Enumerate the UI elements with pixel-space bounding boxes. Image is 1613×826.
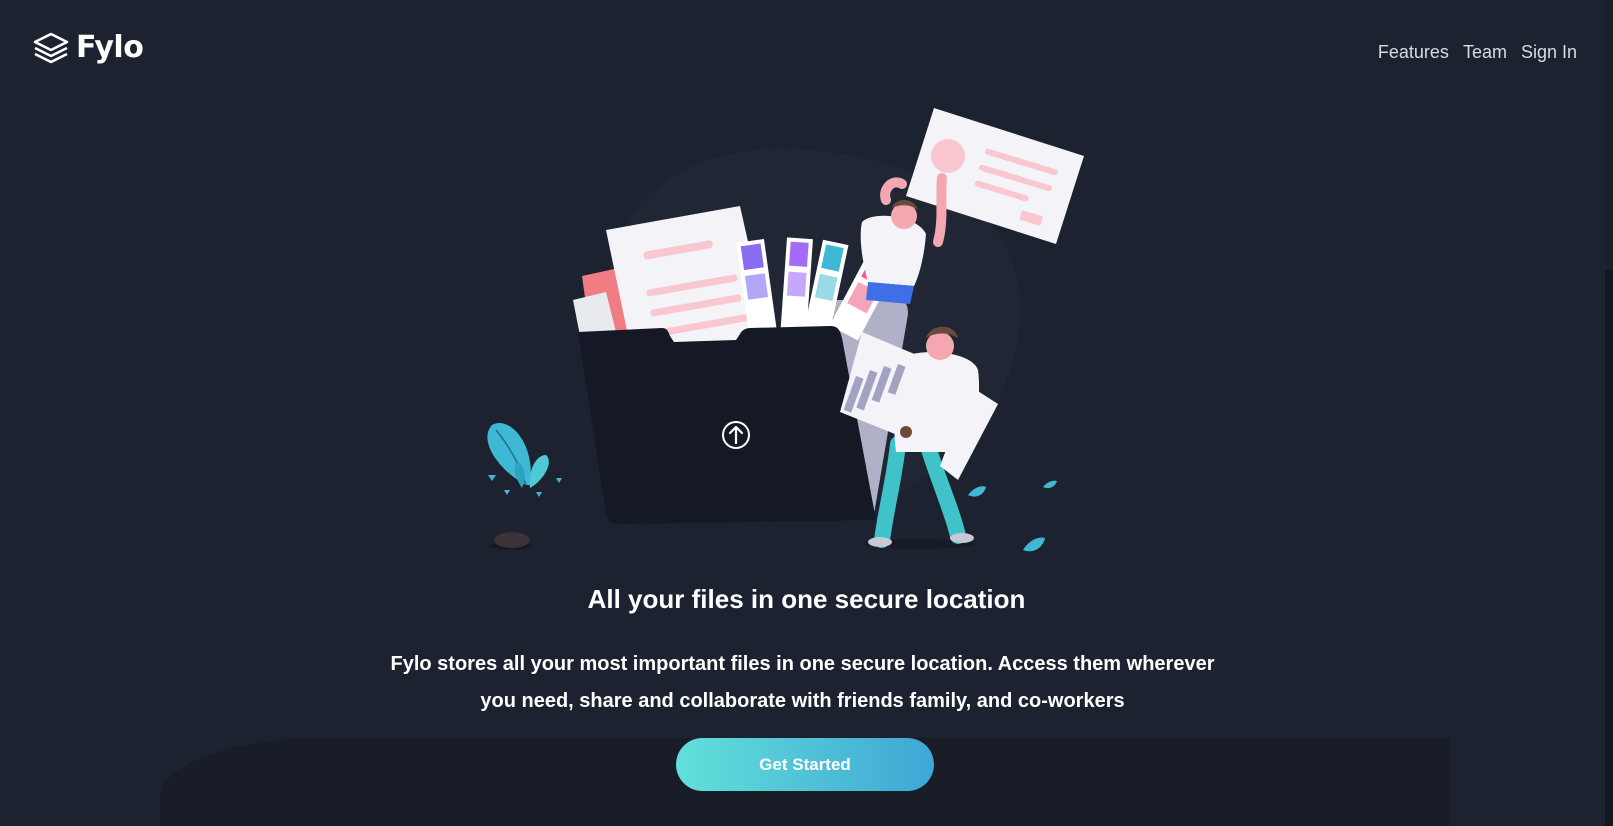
hero-illustration xyxy=(478,100,1118,580)
hero-description: Fylo stores all your most important file… xyxy=(370,646,1235,720)
nav-team-link[interactable]: Team xyxy=(1463,42,1507,63)
page: Fylo Features Team Sign In All your file… xyxy=(0,0,1613,826)
nav-sign-in-link[interactable]: Sign In xyxy=(1521,42,1577,63)
nav-features-link[interactable]: Features xyxy=(1378,42,1449,63)
get-started-button[interactable]: Get Started xyxy=(676,738,934,791)
hero-title: All your files in one secure location xyxy=(587,584,1026,614)
main-nav: Features Team Sign In xyxy=(1378,42,1577,63)
logo[interactable]: Fylo xyxy=(32,30,144,65)
site-header: Fylo Features Team Sign In xyxy=(0,0,1613,100)
stacked-layers-icon xyxy=(32,31,70,65)
hero-description-line-2: you need, share and collaborate with fri… xyxy=(480,690,1125,712)
hero-description-line-1: Fylo stores all your most important file… xyxy=(390,653,1215,675)
scrollbar-thumb[interactable] xyxy=(1605,0,1613,270)
logo-text: Fylo xyxy=(76,30,144,65)
vertical-scrollbar[interactable] xyxy=(1605,0,1613,826)
